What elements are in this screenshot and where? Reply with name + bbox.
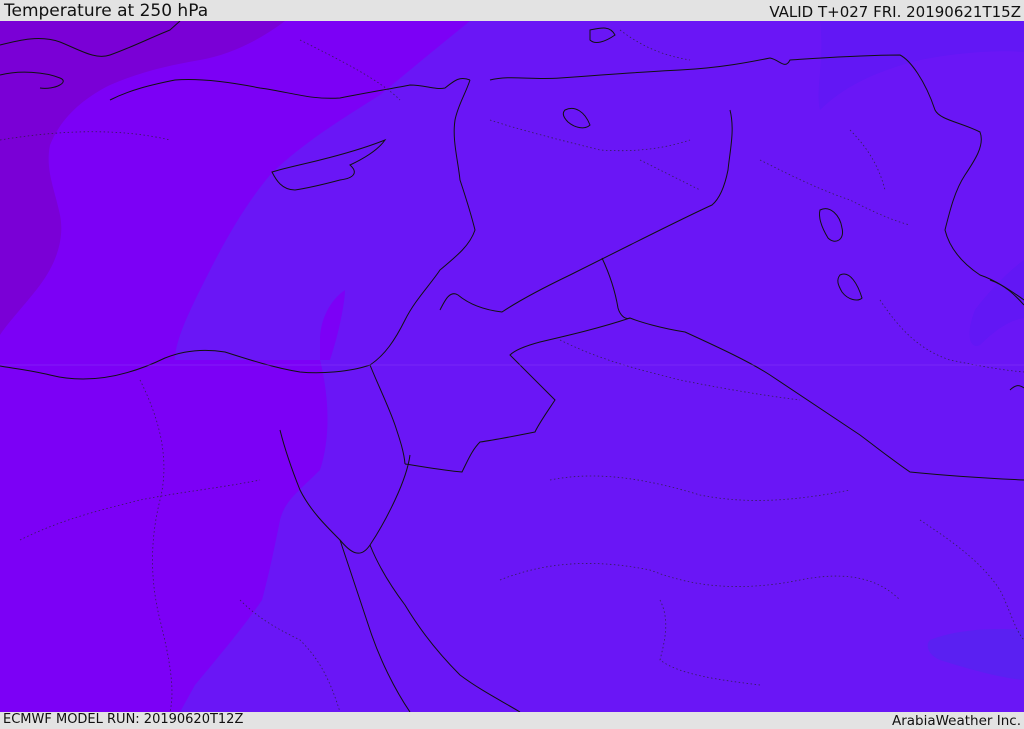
temperature-map[interactable]: [0, 21, 1024, 712]
valid-time-label: VALID T+027 FRI. 20190621T15Z: [769, 3, 1021, 21]
footer-bar: ECMWF MODEL RUN: 20190620T12Z ArabiaWeat…: [0, 712, 1024, 729]
credit-label: ArabiaWeather Inc.: [891, 713, 1021, 729]
header-bar: Temperature at 250 hPa VALID T+027 FRI. …: [0, 0, 1024, 21]
model-run-label: ECMWF MODEL RUN: 20190620T12Z: [3, 712, 244, 727]
map-title: Temperature at 250 hPa: [4, 1, 209, 21]
